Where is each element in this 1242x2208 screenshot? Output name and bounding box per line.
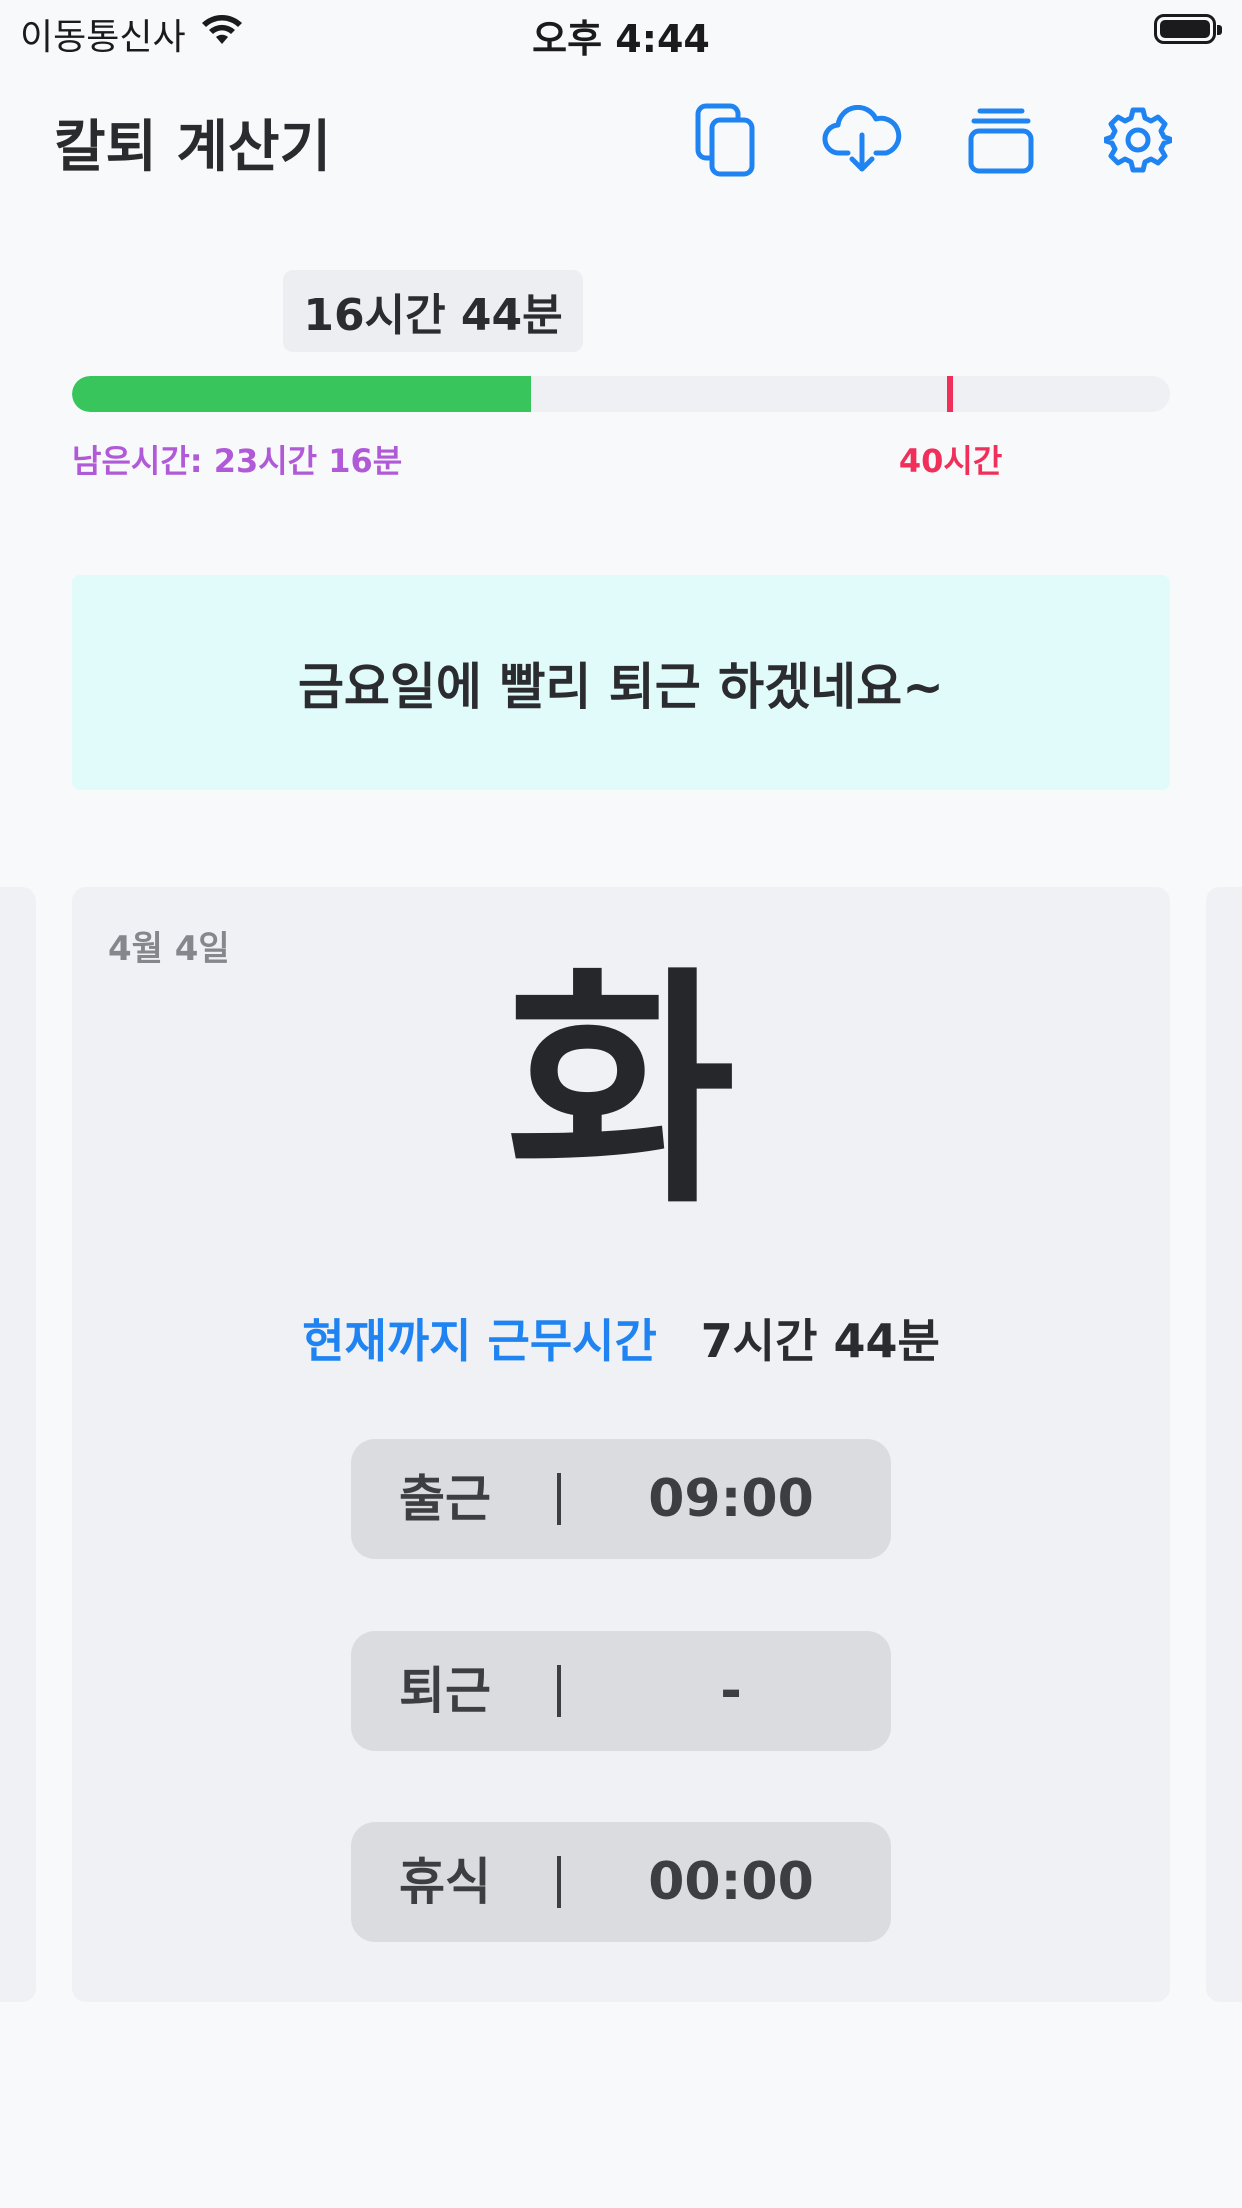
goal-label: 40시간	[898, 442, 1003, 480]
divider	[557, 1856, 561, 1908]
clock-in-label: 출근	[399, 1470, 491, 1528]
card-date: 4월 4일	[108, 929, 230, 969]
remaining-time: 남은시간: 23시간 16분	[72, 442, 403, 480]
worked-summary: 현재까지 근무시간 7시간 44분	[72, 1305, 1170, 1371]
message-banner: 금요일에 빨리 퇴근 하겠네요~	[72, 575, 1170, 790]
clock-out-label: 퇴근	[399, 1662, 491, 1720]
progress-fill	[72, 376, 531, 412]
divider	[557, 1665, 561, 1717]
previous-day-card[interactable]	[0, 887, 36, 2002]
status-time: 오후 4:44	[532, 17, 710, 61]
total-worked-pill: 16시간 44분	[283, 270, 583, 352]
weekly-progress-bar	[72, 376, 1170, 412]
clock-in-value: 09:00	[648, 1469, 814, 1529]
stack-icon[interactable]	[961, 100, 1041, 180]
gear-icon[interactable]	[1098, 100, 1178, 180]
clock-out-row[interactable]: 퇴근 -	[351, 1631, 891, 1751]
break-label: 휴식	[399, 1853, 491, 1911]
clock-out-value: -	[720, 1661, 742, 1721]
cloud-download-icon[interactable]	[822, 100, 902, 180]
next-day-card[interactable]	[1206, 887, 1242, 2002]
battery-icon	[1154, 14, 1222, 44]
divider	[557, 1473, 561, 1525]
goal-marker	[947, 376, 954, 412]
card-weekday: 화	[506, 946, 736, 1237]
worked-value: 7시간 44분	[700, 1314, 940, 1368]
clock-in-row[interactable]: 출근 09:00	[351, 1439, 891, 1559]
day-card: 4월 4일 화 현재까지 근무시간 7시간 44분 출근 09:00 퇴근 - …	[72, 887, 1170, 2002]
break-value: 00:00	[648, 1852, 814, 1912]
copy-icon[interactable]	[685, 100, 765, 180]
worked-label: 현재까지 근무시간	[302, 1314, 657, 1368]
break-row[interactable]: 휴식 00:00	[351, 1822, 891, 1942]
app-title: 칼퇴 계산기	[54, 115, 332, 180]
